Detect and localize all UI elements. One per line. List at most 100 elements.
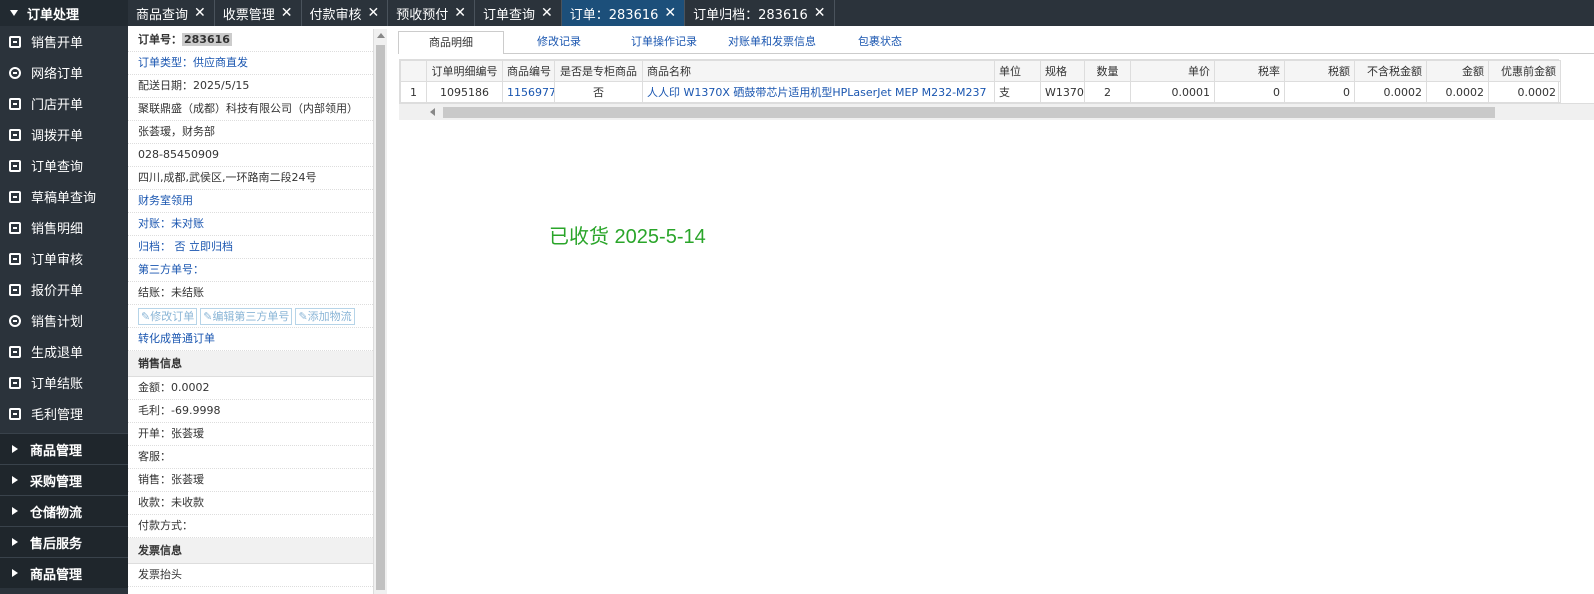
sidebar-item-profit-manage[interactable]: 毛利管理 xyxy=(0,398,128,429)
column-header[interactable]: 不含税金额 xyxy=(1354,60,1427,82)
tab-invoice-manage[interactable]: 收票管理 ✕ xyxy=(215,0,302,26)
column-header[interactable]: 是否是专柜商品 xyxy=(554,60,643,82)
close-icon[interactable]: ✕ xyxy=(664,5,676,21)
salesperson: 销售：张荟瑷 xyxy=(128,469,373,492)
column-header[interactable]: 税率 xyxy=(1214,60,1285,82)
tab-order-archive[interactable]: 订单归档：283616 ✕ xyxy=(685,0,835,26)
phone-number: 028-85450909 xyxy=(128,144,373,167)
sidebar-group-label: 售后服务 xyxy=(30,536,83,552)
product-id-link[interactable]: 1156977 xyxy=(502,81,555,103)
sidebar-group-product[interactable]: 商品管理 xyxy=(0,433,128,464)
subtab-operation-log[interactable]: 订单操作记录 xyxy=(614,31,714,54)
sidebar-item-online-order[interactable]: 网络订单 xyxy=(0,57,128,88)
tax-amount-cell: 0 xyxy=(1284,81,1355,103)
scroll-up-icon[interactable] xyxy=(377,33,385,38)
sidebar-item-label: 报价开单 xyxy=(31,284,84,299)
tab-order-detail[interactable]: 订单：283616 ✕ xyxy=(561,0,686,26)
sidebar-group-warehouse[interactable]: 仓储物流 xyxy=(0,495,128,526)
column-header[interactable]: 优惠前金额 xyxy=(1488,60,1561,82)
close-icon[interactable]: ✕ xyxy=(368,5,380,21)
tab-label: 收票管理 xyxy=(222,7,275,23)
subtab-package-status[interactable]: 包裹状态 xyxy=(830,31,930,54)
department-link[interactable]: 财务室领用 xyxy=(128,190,373,213)
sidebar-item-draft-query[interactable]: 草稿单查询 xyxy=(0,181,128,212)
tab-product-query[interactable]: 商品查询 ✕ xyxy=(128,0,215,26)
scroll-left-icon[interactable] xyxy=(430,108,435,116)
column-header[interactable]: 商品名称 xyxy=(642,60,995,82)
tab-label: 预收预付 xyxy=(396,7,449,23)
third-party-number[interactable]: 第三方单号： xyxy=(128,259,373,282)
column-header[interactable]: 单价 xyxy=(1130,60,1215,82)
subtab-product-detail[interactable]: 商品明细 xyxy=(398,31,504,54)
grid-horizontal-scrollbar[interactable] xyxy=(399,103,1594,120)
sidebar-item-label: 毛利管理 xyxy=(31,408,84,423)
sidebar-item-quote-order[interactable]: 报价开单 xyxy=(0,274,128,305)
tab-payment-review[interactable]: 付款审核 ✕ xyxy=(302,0,389,26)
tab-order-query[interactable]: 订单查询 ✕ xyxy=(475,0,562,26)
info-panel-scrollbar[interactable] xyxy=(374,29,387,594)
sidebar-group-aftersales[interactable]: 售后服务 xyxy=(0,526,128,557)
sidebar-group-label: 商品管理 xyxy=(30,567,83,583)
sidebar-item-sales-plan[interactable]: 销售计划 xyxy=(0,305,128,336)
column-header[interactable]: 单位 xyxy=(994,60,1041,82)
column-header[interactable]: 税额 xyxy=(1284,60,1355,82)
sales-creator: 开单：张荟瑷 xyxy=(128,423,373,446)
sales-profit: 毛利：-69.9998 xyxy=(128,400,373,423)
sidebar-group-label: 仓储物流 xyxy=(30,505,83,521)
archive-status[interactable]: 归档： 否 立即归档 xyxy=(128,236,373,259)
subtab-reconcile-invoice[interactable]: 对账单和发票信息 xyxy=(714,31,830,54)
column-header[interactable]: 数量 xyxy=(1084,60,1131,82)
tab-bar: 商品查询 ✕ 收票管理 ✕ 付款审核 ✕ 预收预付 ✕ 订单查询 ✕ 订单：283616 ✕… xyxy=(128,0,1594,26)
sidebar-header-order-processing[interactable]: 订单处理 xyxy=(0,0,128,26)
column-header[interactable]: 商品编号 xyxy=(502,60,555,82)
sidebar-item-order-settle[interactable]: 订单结账 xyxy=(0,367,128,398)
invoice-title: 发票抬头 xyxy=(128,564,373,587)
button-label: 修改订单 xyxy=(150,309,195,323)
chevron-right-icon xyxy=(12,445,18,453)
sidebar-item-create-return[interactable]: 生成退单 xyxy=(0,336,128,367)
order-type[interactable]: 订单类型：供应商直发 xyxy=(128,52,373,75)
sidebar-group-purchase[interactable]: 采购管理 xyxy=(0,464,128,495)
sidebar-item-label: 订单审核 xyxy=(31,253,84,268)
subtab-modify-log[interactable]: 修改记录 xyxy=(504,31,614,54)
close-icon[interactable]: ✕ xyxy=(194,5,206,21)
shield-icon xyxy=(9,345,21,358)
add-logistics-button[interactable]: ✎添加物流 xyxy=(295,307,355,325)
close-icon[interactable]: ✕ xyxy=(281,5,293,21)
payment-status: 收款：未收款 xyxy=(128,492,373,515)
scrollbar-thumb[interactable] xyxy=(376,45,385,590)
sidebar-item-order-query[interactable]: 订单查询 xyxy=(0,150,128,181)
tab-prepayment[interactable]: 预收预付 ✕ xyxy=(388,0,475,26)
convert-order-link[interactable]: 转化成普通订单 xyxy=(128,328,373,351)
product-name-link[interactable]: 人人印 W1370X 硒鼓带芯片适用机型HPLaserJet MEP M232-… xyxy=(642,81,995,103)
modify-order-button[interactable]: ✎修改订单 xyxy=(138,307,198,325)
chevron-right-icon xyxy=(12,476,18,484)
sidebar-item-label: 草稿单查询 xyxy=(31,191,97,206)
tab-label: 商品查询 xyxy=(136,7,189,23)
column-header[interactable]: 规格 xyxy=(1040,60,1085,82)
sidebar-item-sales-order[interactable]: 销售开单 xyxy=(0,26,128,57)
table-row[interactable]: 1 1095186 1156977 否 人人印 W1370X 硒鼓带芯片适用机型… xyxy=(400,81,1561,103)
sidebar-item-order-review[interactable]: 订单审核 xyxy=(0,243,128,274)
sidebar-item-transfer-order[interactable]: 调拨开单 xyxy=(0,119,128,150)
column-header[interactable]: 金额 xyxy=(1426,60,1489,82)
column-header[interactable]: 订单明细编号 xyxy=(426,60,503,82)
spec-cell: W1370X xyxy=(1040,81,1085,103)
edit-third-party-button[interactable]: ✎编辑第三方单号 xyxy=(200,307,293,325)
order-number-value: 283616 xyxy=(182,33,232,46)
document-edit-icon xyxy=(9,97,21,110)
settle-status: 结账：未结账 xyxy=(128,282,373,305)
delivery-status-text: 已收货 2025-5-14 xyxy=(549,226,706,248)
sidebar-item-label: 门店开单 xyxy=(31,98,84,113)
sidebar-item-store-order[interactable]: 门店开单 xyxy=(0,88,128,119)
close-icon[interactable]: ✕ xyxy=(454,5,466,21)
sidebar-group-product-2[interactable]: 商品管理 xyxy=(0,557,128,588)
close-icon[interactable]: ✕ xyxy=(814,5,826,21)
tab-label: 付款审核 xyxy=(309,7,362,23)
sidebar-item-label: 销售开单 xyxy=(31,36,84,51)
reconcile-status[interactable]: 对账：未对账 xyxy=(128,213,373,236)
counter-product-cell: 否 xyxy=(554,81,643,103)
sidebar-item-sales-detail[interactable]: 销售明细 xyxy=(0,212,128,243)
close-icon[interactable]: ✕ xyxy=(541,5,553,21)
scrollbar-thumb[interactable] xyxy=(443,107,1495,118)
